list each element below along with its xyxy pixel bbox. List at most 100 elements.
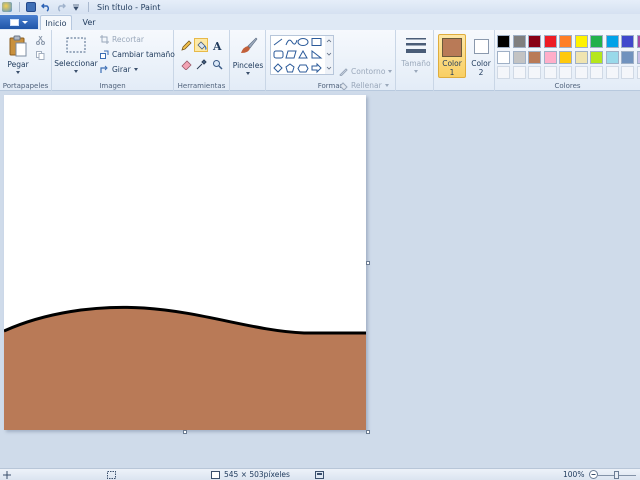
title-separator [88, 2, 89, 12]
color-picker-tool[interactable] [194, 57, 208, 71]
redo-icon[interactable] [56, 2, 66, 12]
palette-color-swatch[interactable] [590, 35, 603, 48]
crop-icon [100, 35, 109, 44]
brushes-button[interactable]: Pinceles [232, 35, 264, 75]
undo-icon[interactable] [41, 2, 51, 12]
image-size-icon [211, 471, 220, 479]
rotate-button[interactable]: Girar [100, 65, 138, 74]
canvas-resize-handle-bottom[interactable] [183, 430, 187, 434]
magnifier-tool[interactable] [210, 57, 224, 71]
palette-custom-swatch[interactable] [574, 66, 588, 79]
select-button[interactable]: Seleccionar [54, 36, 98, 73]
palette-custom-swatch[interactable] [497, 66, 510, 79]
palette-color-swatch[interactable] [497, 50, 510, 64]
shapes-gallery[interactable] [270, 35, 334, 75]
palette-color-swatch[interactable] [590, 50, 603, 64]
paste-icon [9, 35, 27, 57]
fill-shape-button[interactable]: Rellenar [339, 81, 389, 90]
palette-color-swatch[interactable] [605, 35, 619, 48]
eraser-tool[interactable] [179, 57, 193, 71]
paste-button[interactable]: Pegar [4, 35, 32, 74]
pencil-tool[interactable] [179, 38, 193, 52]
outline-icon [339, 68, 348, 76]
brushes-label: Pinceles [232, 61, 264, 70]
palette-color-swatch[interactable] [574, 35, 588, 48]
text-tool[interactable]: A [210, 38, 224, 52]
palette-color-swatch[interactable] [512, 35, 526, 48]
crop-button[interactable]: Recortar [100, 35, 144, 44]
eraser-icon [180, 59, 192, 70]
zoom-out-icon[interactable] [589, 470, 598, 479]
arrow-right-shape-icon [311, 62, 322, 74]
size-button[interactable]: Tamaño [401, 35, 431, 73]
palette-color-swatch[interactable] [543, 35, 557, 48]
line-shape-icon [273, 38, 283, 46]
brushes-group: Pinceles [230, 30, 266, 91]
palette-custom-swatch[interactable] [636, 66, 640, 79]
paint-menu-icon [10, 18, 19, 26]
resize-button[interactable]: Cambiar tamaño [100, 50, 175, 59]
palette-color-swatch[interactable] [528, 35, 541, 48]
palette-color-swatch[interactable] [636, 50, 640, 64]
fill-tool[interactable] [194, 38, 208, 52]
canvas-drawing [4, 305, 366, 430]
hexagon-shape-icon [297, 64, 309, 73]
title-bar: Sin título - Paint [0, 0, 640, 14]
color2-number: 2 [478, 68, 484, 77]
size-label: Tamaño [401, 59, 431, 68]
palette-custom-swatch[interactable] [605, 66, 619, 79]
palette-color-swatch[interactable] [621, 35, 634, 48]
clipboard-group-label: Portapapeles [2, 82, 49, 90]
palette-custom-swatch[interactable] [543, 66, 557, 79]
palette-color-swatch[interactable] [574, 50, 588, 64]
text-icon: A [212, 40, 222, 51]
select-dropdown-icon [74, 70, 78, 73]
palette-color-swatch[interactable] [636, 35, 640, 48]
copy-icon[interactable] [36, 51, 45, 62]
drawing-canvas[interactable] [4, 95, 366, 430]
brushes-dropdown-icon [246, 72, 250, 75]
select-icon [66, 37, 86, 53]
color2-button[interactable]: Color 2 [468, 34, 494, 78]
palette-color-swatch[interactable] [559, 35, 572, 48]
palette-custom-swatch[interactable] [528, 66, 541, 79]
palette-color-swatch[interactable] [559, 50, 572, 64]
fill-shape-label: Rellenar [351, 81, 382, 90]
chevron-down-icon [22, 20, 28, 24]
palette-custom-swatch[interactable] [621, 66, 634, 79]
rounded-rectangle-shape-icon [273, 50, 284, 59]
color1-number: 1 [449, 68, 455, 77]
rotate-dropdown-icon [133, 68, 138, 71]
canvas-resize-handle-corner[interactable] [366, 430, 370, 434]
color1-button[interactable]: Color 1 [438, 34, 466, 78]
palette-custom-swatch[interactable] [559, 66, 572, 79]
palette-color-swatch[interactable] [528, 50, 541, 64]
outline-button[interactable]: Contorno [339, 67, 393, 76]
color2-swatch [473, 39, 489, 54]
palette-color-swatch[interactable] [497, 35, 510, 48]
cursor-position-icon [3, 471, 11, 479]
zoom-slider-thumb[interactable] [614, 471, 619, 479]
palette-color-swatch[interactable] [605, 50, 619, 64]
paint-menu-button[interactable] [0, 15, 38, 29]
paint-app-icon[interactable] [2, 2, 12, 12]
palette-color-swatch[interactable] [512, 50, 526, 64]
image-group: Seleccionar Recortar Cambiar tamaño Gira… [52, 30, 175, 91]
palette-color-swatch[interactable] [621, 50, 634, 64]
palette-custom-swatch[interactable] [512, 66, 526, 79]
color1-label: Color [442, 59, 462, 68]
select-label: Seleccionar [54, 59, 98, 68]
tab-inicio[interactable]: Inicio [40, 15, 72, 30]
pentagon-shape-icon [285, 63, 295, 73]
paste-label: Pegar [7, 60, 29, 69]
oval-shape-icon [297, 38, 309, 46]
cut-icon[interactable] [36, 35, 45, 47]
tab-ver[interactable]: Ver [76, 15, 102, 30]
palette-custom-swatch[interactable] [590, 66, 603, 79]
customize-quick-access-icon[interactable] [71, 2, 81, 12]
curve-shape-icon [285, 39, 298, 46]
save-icon[interactable] [26, 2, 36, 12]
svg-text:A: A [212, 40, 222, 51]
palette-color-swatch[interactable] [543, 50, 557, 64]
canvas-resize-handle-right[interactable] [366, 261, 370, 265]
